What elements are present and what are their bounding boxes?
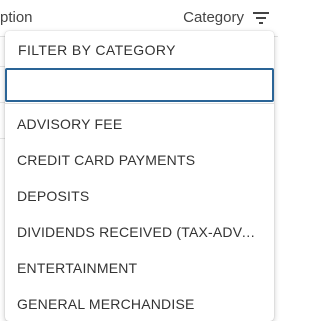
category-option-list: ADVISORY FEE CREDIT CARD PAYMENTS DEPOSI… — [5, 106, 274, 321]
category-option[interactable]: ENTERTAINMENT — [5, 250, 274, 286]
category-search-input[interactable] — [7, 70, 272, 100]
category-search-field[interactable] — [5, 68, 274, 102]
category-option[interactable]: GENERAL MERCHANDISE — [5, 286, 274, 321]
filter-icon[interactable] — [252, 9, 270, 27]
category-option[interactable]: ADVISORY FEE — [5, 106, 274, 142]
category-filter-dropdown: FILTER BY CATEGORY ADVISORY FEE CREDIT C… — [5, 31, 274, 321]
category-column-header[interactable]: Category — [183, 9, 244, 26]
dropdown-divider — [5, 103, 274, 104]
category-option[interactable]: CREDIT CARD PAYMENTS — [5, 142, 274, 178]
category-option[interactable]: DIVIDENDS RECEIVED (TAX-ADVANTAGED) — [5, 214, 274, 250]
category-option[interactable]: DEPOSITS — [5, 178, 274, 214]
description-column-header[interactable]: ption — [0, 9, 33, 26]
dropdown-title: FILTER BY CATEGORY — [18, 42, 176, 58]
